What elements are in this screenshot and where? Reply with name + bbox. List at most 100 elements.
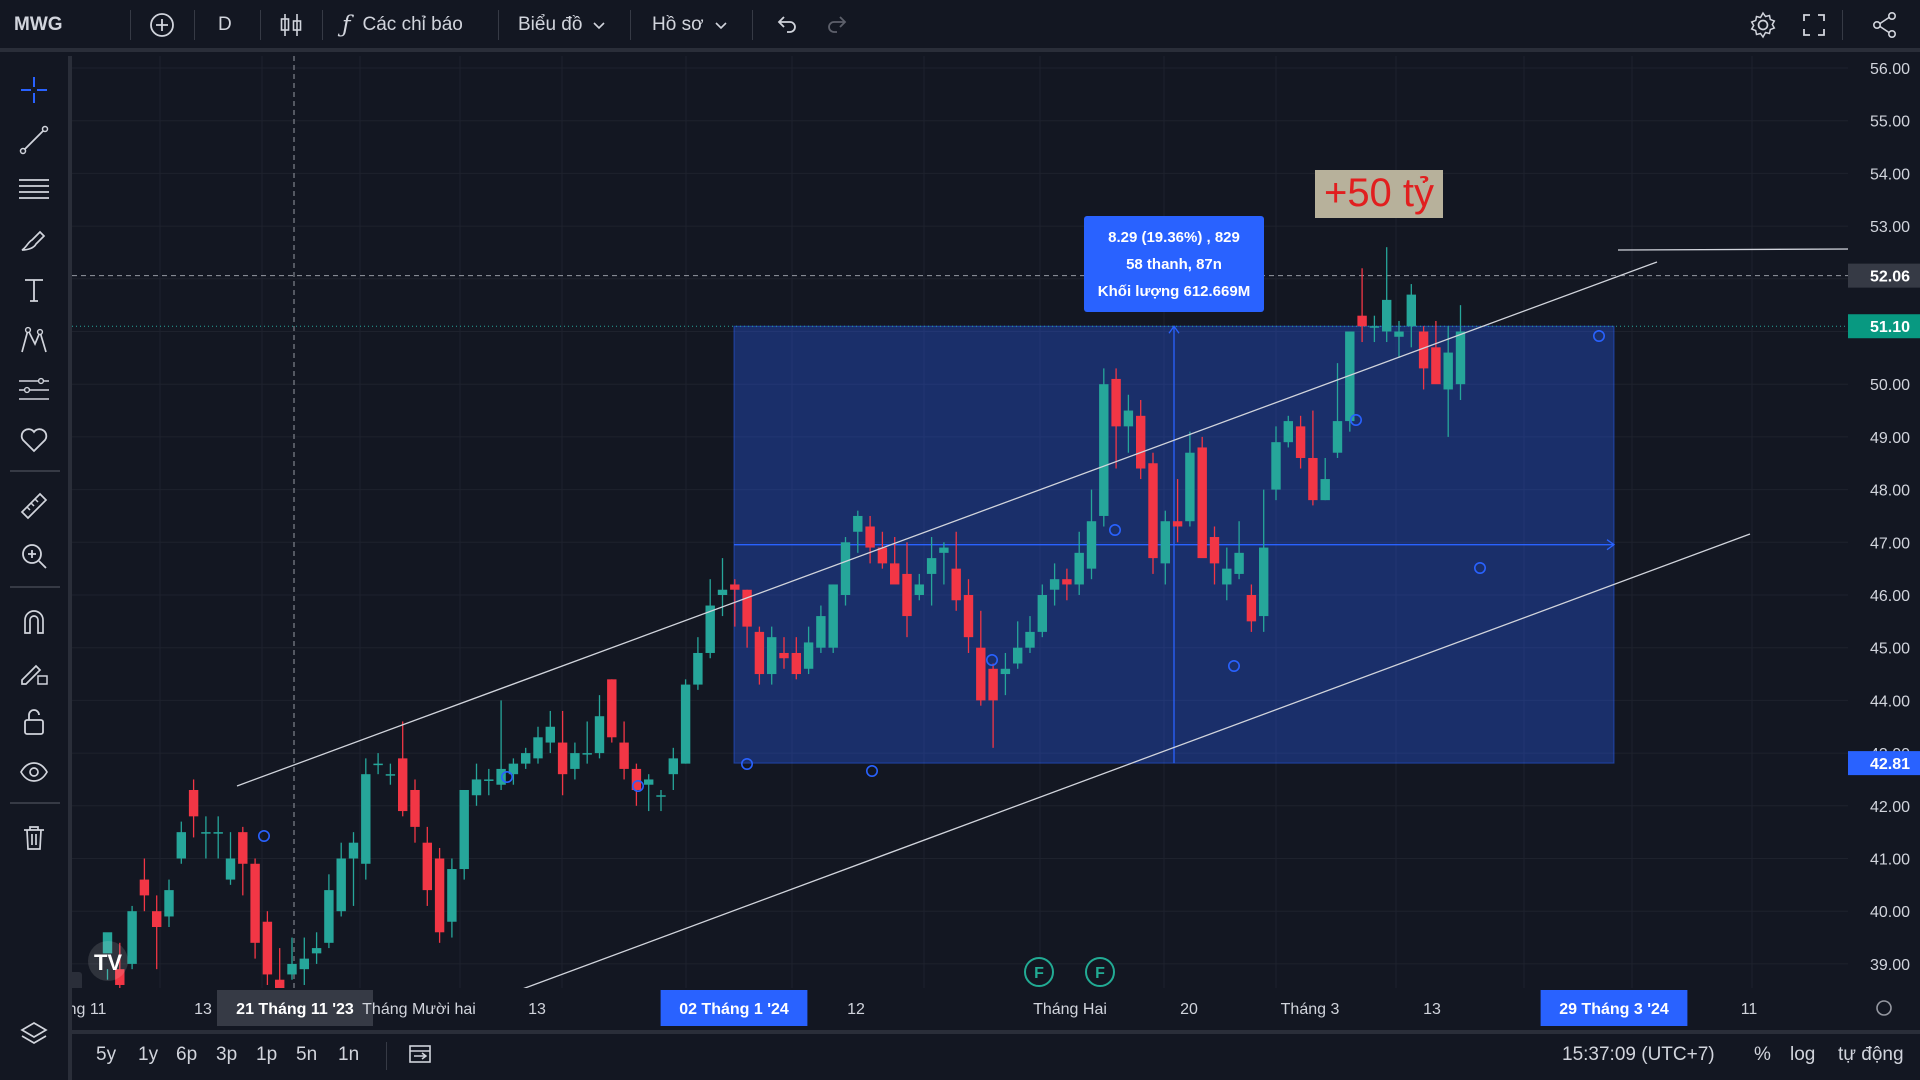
hide-drawings-tool[interactable] xyxy=(14,752,54,792)
lock-all-tool[interactable] xyxy=(14,702,54,742)
time-tick-label: 13 xyxy=(528,1001,546,1018)
candle-body xyxy=(963,595,974,638)
candle-body xyxy=(902,573,912,617)
chart-style-button[interactable] xyxy=(278,0,304,50)
candle-body xyxy=(250,863,260,943)
brush-tool[interactable] xyxy=(14,220,54,260)
share-button[interactable] xyxy=(1870,0,1900,50)
layers-icon xyxy=(20,1022,48,1044)
price-tick-label: 56.00 xyxy=(1870,61,1910,78)
candle-body xyxy=(1209,537,1220,564)
goto-date-button[interactable] xyxy=(406,1040,434,1073)
symbol-search-button[interactable]: MWG xyxy=(14,0,63,50)
candle-body xyxy=(1013,647,1023,664)
candle-body xyxy=(1308,457,1318,501)
range-3m-button[interactable]: 3p xyxy=(216,1044,237,1066)
drawing-toolbar xyxy=(0,56,72,1080)
candle-body xyxy=(939,547,949,553)
candle-body xyxy=(361,774,371,864)
toolbar-divider xyxy=(630,10,631,40)
price-tick-label: 42.00 xyxy=(1870,799,1910,816)
time-axis[interactable]: ng 11 13 21 Tháng 11 '23 Tháng Mười hai 13 02… xyxy=(72,988,1920,1030)
price-tick-label: 45.00 xyxy=(1870,641,1910,658)
time-tick-label: 12 xyxy=(847,1001,865,1018)
candle-body xyxy=(1394,331,1404,337)
auto-scale-button[interactable]: tự động xyxy=(1838,1044,1904,1066)
fib-tool[interactable] xyxy=(14,170,54,210)
range-5y-button[interactable]: 5y xyxy=(96,1044,116,1066)
candle-body xyxy=(447,869,457,922)
price-axis[interactable]: 56.0055.0054.0053.0052.0051.0050.0049.00… xyxy=(1848,56,1920,1030)
candle-body xyxy=(840,542,851,595)
profile-menu-label: Hồ sơ xyxy=(652,14,704,35)
bottom-toolbar: 5y 1y 6p 3p 1p 5n 1n 15:37:09 (UTC+7) % … xyxy=(72,1030,1920,1080)
candle-body xyxy=(373,763,383,766)
settings-button[interactable] xyxy=(1748,0,1778,50)
undo-button[interactable] xyxy=(772,0,800,50)
top-toolbar: MWG D ƒ Các chỉ báo Biểu đồ Hồ sơ xyxy=(0,0,1920,52)
calendar-range-icon xyxy=(409,1045,431,1063)
log-scale-button[interactable]: log xyxy=(1790,1044,1815,1066)
candle-body xyxy=(1271,442,1281,490)
clock-timezone[interactable]: 15:37:09 (UTC+7) xyxy=(1562,1044,1715,1066)
trend-line-tool[interactable] xyxy=(14,120,54,160)
candle-body xyxy=(680,684,691,764)
lock-drawing-tool[interactable] xyxy=(14,652,54,692)
candle-body xyxy=(668,758,678,775)
pattern-tool[interactable] xyxy=(14,320,54,360)
profile-menu-button[interactable]: Hồ sơ xyxy=(652,0,732,50)
prediction-tool[interactable] xyxy=(14,370,54,410)
pattern-icon xyxy=(21,326,47,353)
candles-icon xyxy=(280,14,302,36)
indicators-button[interactable]: ƒ Các chỉ báo xyxy=(342,0,463,50)
object-tree-button[interactable] xyxy=(14,1014,54,1054)
crosshair-price-label: 52.06 xyxy=(1870,269,1910,286)
fullscreen-button[interactable] xyxy=(1800,0,1828,50)
candle-body xyxy=(1369,326,1380,328)
measure-tool[interactable] xyxy=(14,486,54,526)
price-tick-label: 44.00 xyxy=(1870,693,1910,710)
chevron-down-icon xyxy=(593,22,606,30)
candle-body xyxy=(976,647,986,701)
candle-body xyxy=(484,779,494,781)
candle-body xyxy=(1049,579,1060,590)
crosshair-icon xyxy=(21,77,47,103)
candle-body xyxy=(816,616,826,648)
candle-body xyxy=(1086,521,1097,569)
toolbar-divider xyxy=(1842,10,1843,40)
candle-body xyxy=(1283,421,1293,443)
range-6m-button[interactable]: 6p xyxy=(176,1044,197,1066)
price-tick-label: 46.00 xyxy=(1870,588,1910,605)
time-tick-label: Tháng Mười hai xyxy=(362,1001,476,1018)
range-1y-button[interactable]: 1y xyxy=(138,1044,158,1066)
range-5d-button[interactable]: 5n xyxy=(296,1044,317,1066)
range-1m-button[interactable]: 1p xyxy=(256,1044,277,1066)
favorites-tool[interactable] xyxy=(14,420,54,460)
chart-menu-button[interactable]: Biểu đồ xyxy=(518,0,610,50)
candle-body xyxy=(201,832,211,834)
zoom-tool[interactable] xyxy=(14,536,54,576)
text-tool[interactable] xyxy=(14,270,54,310)
fullscreen-icon xyxy=(1803,14,1825,36)
annotation-text: +50 tỷ xyxy=(1324,171,1434,215)
redo-button[interactable] xyxy=(824,0,852,50)
candle-body xyxy=(1259,547,1269,617)
candle-body xyxy=(422,842,432,891)
candle-body xyxy=(336,858,346,912)
price-tick-label: 47.00 xyxy=(1870,535,1910,552)
price-chart[interactable]: F F 8.29 (19.36%) , 829 58 thanh, 87n Khối l… xyxy=(72,56,1920,1030)
candle-body xyxy=(717,589,728,595)
magnet-tool[interactable] xyxy=(14,602,54,642)
remove-drawings-tool[interactable] xyxy=(14,818,54,858)
range-1d-button[interactable]: 1n xyxy=(338,1044,359,1066)
candle-body xyxy=(188,789,199,817)
candle-body xyxy=(434,858,445,933)
compare-symbol-button[interactable] xyxy=(148,0,176,50)
ruler-icon xyxy=(20,492,48,520)
candle-body xyxy=(791,652,801,675)
crosshair-tool[interactable] xyxy=(14,70,54,110)
toolbar-divider xyxy=(498,10,499,40)
percent-scale-button[interactable]: % xyxy=(1754,1044,1771,1066)
candle-body xyxy=(730,584,740,590)
interval-button[interactable]: D xyxy=(218,0,232,50)
